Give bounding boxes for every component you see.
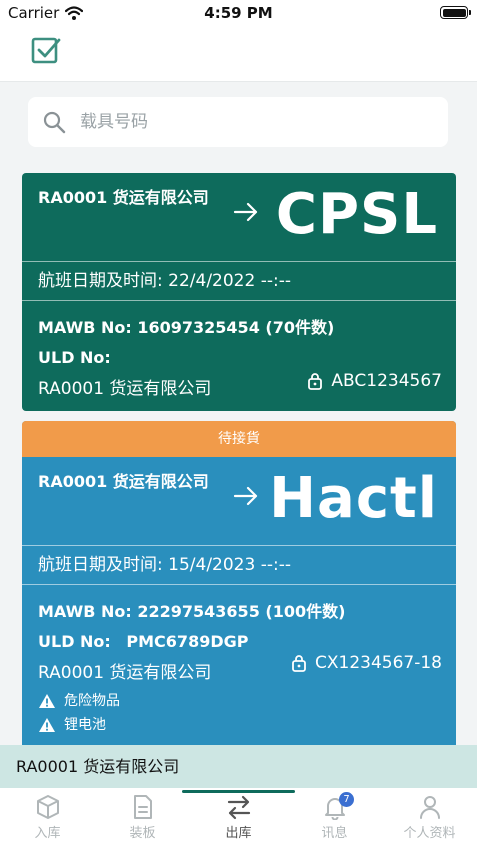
mawb-label: MAWB No:	[38, 318, 132, 337]
tab-messages[interactable]: 7 讯息	[287, 792, 382, 848]
tab-label: 出库	[225, 826, 252, 841]
uld-code: CX1234567-18	[291, 653, 442, 673]
mawb-value: 16097325454 (70件数)	[137, 318, 335, 337]
shipper-name: RA0001 货运有限公司	[38, 472, 209, 491]
uld-label: ULD No:	[38, 348, 111, 367]
search-icon	[43, 111, 66, 134]
shipper-name: RA0001 货运有限公司	[38, 188, 209, 207]
battery-icon	[440, 6, 471, 19]
route-row: RA0001 货运有限公司 CPSL	[22, 173, 456, 261]
warning-icon	[39, 718, 55, 732]
uld-code-text: ABC1234567	[331, 371, 442, 391]
clock: 4:59 PM	[204, 4, 273, 22]
warning-text: 危险物品	[64, 693, 120, 709]
vehicle-number-input[interactable]	[80, 112, 410, 132]
flight-date-row: 航班日期及时间: 15/4/2023 --:--	[22, 545, 456, 585]
document-icon	[133, 795, 152, 819]
tab-label: 装板	[129, 826, 156, 841]
flight-value: 15/4/2023 --:--	[168, 555, 291, 575]
route-row: RA0001 货运有限公司 Hactl	[22, 457, 456, 545]
person-icon	[419, 796, 440, 819]
arrow-right-icon	[233, 486, 258, 506]
mawb-label: MAWB No:	[38, 602, 132, 621]
tab-profile[interactable]: 个人资料	[382, 792, 477, 848]
uld-code-text: CX1234567-18	[315, 653, 442, 673]
tab-bar: 入库 装板 出库 7 讯息 个人资料	[0, 788, 477, 850]
box-icon	[36, 795, 59, 819]
current-company-bar[interactable]: RA0001 货运有限公司	[0, 745, 477, 788]
shipment-card[interactable]: 待接貨 RA0001 货运有限公司 Hactl 航班日期及时间: 15/4/20…	[22, 421, 456, 751]
tab-label: 讯息	[321, 826, 348, 841]
checklist-icon[interactable]	[30, 34, 62, 66]
status-banner: 待接貨	[22, 421, 456, 457]
tab-loading[interactable]: 装板	[95, 792, 190, 848]
uld-label: ULD No:	[38, 632, 111, 651]
mawb-line: MAWB No: 22297543655 (100件数)	[38, 597, 440, 627]
mawb-value: 22297543655 (100件数)	[137, 602, 346, 621]
tab-label: 个人资料	[403, 826, 456, 841]
flight-date-row: 航班日期及时间: 22/4/2022 --:--	[22, 261, 456, 301]
warning-icon	[39, 694, 55, 708]
lock-icon	[308, 373, 323, 390]
notification-badge: 7	[339, 792, 354, 807]
uld-value: PMC6789DGP	[126, 632, 249, 651]
warning-dangerous-goods: 危险物品	[38, 689, 440, 713]
card-details: MAWB No: 22297543655 (100件数) ULD No: PMC…	[22, 585, 456, 737]
uld-code: ABC1234567	[307, 371, 442, 391]
tab-label: 入库	[34, 826, 61, 841]
shipment-card[interactable]: RA0001 货运有限公司 CPSL 航班日期及时间: 22/4/2022 --…	[22, 173, 456, 411]
top-bar	[0, 28, 477, 82]
arrow-right-icon	[233, 202, 258, 222]
lock-icon	[292, 655, 306, 672]
warning-text: 锂电池	[64, 717, 106, 733]
destination: CPSL	[275, 182, 438, 247]
search-box[interactable]	[28, 97, 448, 147]
warning-lithium-battery: 锂电池	[38, 713, 440, 737]
destination: Hactl	[269, 466, 438, 531]
flight-label: 航班日期及时间:	[38, 271, 163, 291]
swap-icon	[227, 795, 250, 820]
tab-outbound[interactable]: 出库	[191, 792, 286, 848]
tab-inbound[interactable]: 入库	[0, 792, 95, 848]
uld-line: ULD No:	[38, 343, 440, 373]
card-details: MAWB No: 16097325454 (70件数) ULD No: RA00…	[22, 301, 456, 405]
flight-label: 航班日期及时间:	[38, 555, 163, 575]
status-bar: Carrier 4:59 PM	[0, 0, 477, 28]
flight-value: 22/4/2022 --:--	[168, 271, 291, 291]
mawb-line: MAWB No: 16097325454 (70件数)	[38, 313, 440, 343]
